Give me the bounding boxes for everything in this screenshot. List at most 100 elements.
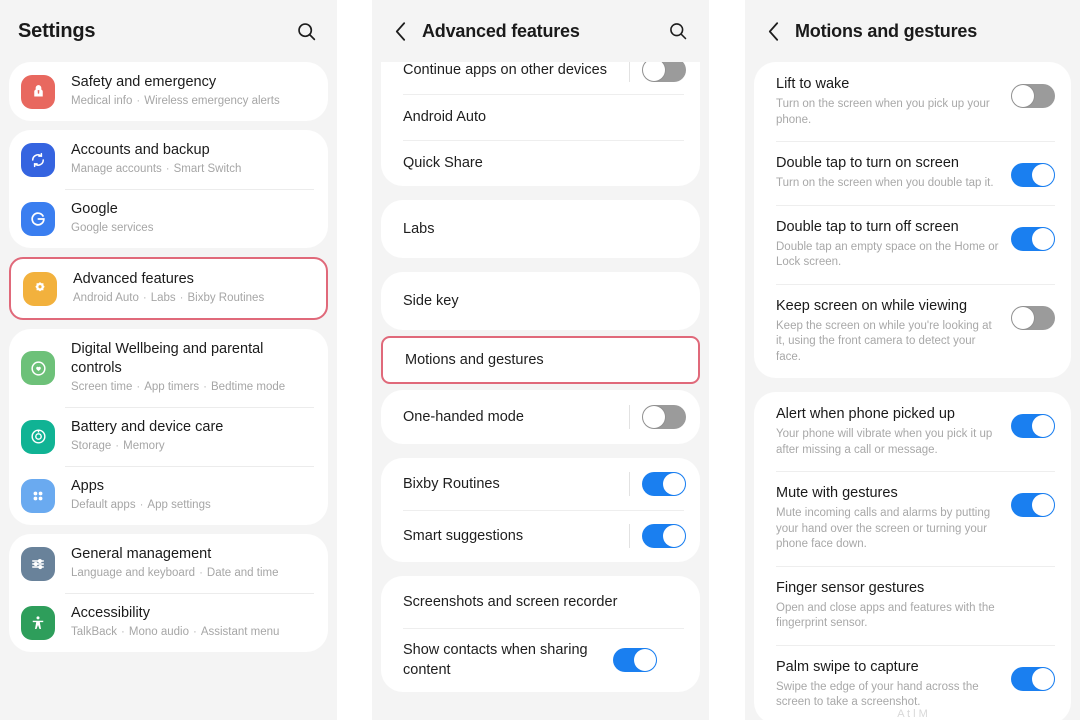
row-quick-share[interactable]: Quick Share [381,140,700,186]
row-title: Finger sensor gestures [776,579,925,596]
row-divider [629,405,630,429]
row-subtitle: Your phone will vibrate when you pick it… [776,428,993,456]
setting-title: General management [71,546,212,562]
row-label: Smart suggestions [403,528,524,544]
back-arrow-icon[interactable] [390,20,410,42]
motions-scroll-body[interactable]: Lift to wake Turn on the screen when you… [745,62,1080,720]
row-bixby-routines[interactable]: Bixby Routines [381,458,700,510]
row-side-key[interactable]: Side key [381,272,700,330]
sidebar-item-safety-and-emergency[interactable]: Safety and emergency Medical info · Wirele… [9,62,328,121]
row-show-contacts-when-sharing-content[interactable]: Show contacts when sharing content [381,628,700,692]
setting-subtitle: Language and keyboard · Date and time [71,567,279,579]
row-title: Mute with gestures [776,485,898,501]
row-android-auto[interactable]: Android Auto [381,94,700,140]
row-alert-when-phone-picked-up[interactable]: Alert when phone picked up Your phone wi… [754,392,1071,471]
row-one-handed-mode[interactable]: One-handed mode [381,390,700,444]
setting-title: Accounts and backup [71,142,210,158]
sidebar-item-accounts-and-backup[interactable]: Accounts and backup Manage accounts · Smar… [9,130,328,189]
setting-subtitle: Default apps · App settings [71,499,211,511]
panel-settings: Settings Safety and emergency Medical in… [0,0,337,720]
advanced-features-icon [23,271,57,306]
row-lift-to-wake[interactable]: Lift to wake Turn on the screen when you… [754,62,1071,141]
row-finger-sensor-gestures[interactable]: Finger sensor gestures Open and close ap… [754,565,1071,645]
row-subtitle: Keep the screen on while you're looking … [776,319,992,363]
toggle-double-tap-off[interactable] [1011,226,1055,251]
row-subtitle: Open and close apps and features with th… [776,601,995,630]
three-panel-screenshot: Settings Safety and emergency Medical in… [0,0,1080,720]
toggle-one-handed-mode[interactable] [642,405,686,429]
sidebar-item-advanced-features[interactable]: Advanced features Android Auto · Labs · Bixb… [11,259,326,318]
toggle-keep-screen-on[interactable] [1011,305,1055,330]
row-double-tap-to-turn-off-screen[interactable]: Double tap to turn off screen Double tap… [754,204,1071,284]
sidebar-item-apps[interactable]: Apps Default apps · App settings [9,466,328,525]
search-icon[interactable] [665,18,691,44]
setting-title: Safety and emergency [71,74,217,90]
advanced-features-scroll-body[interactable]: Continue apps on other devices Android A… [372,62,709,720]
panel-divider-1 [337,0,372,720]
setting-subtitle: TalkBack · Mono audio · Assistant menu [71,626,280,638]
toggle-bixby-routines[interactable] [642,472,686,496]
sidebar-item-google[interactable]: Google Google services [9,189,328,248]
settings-scroll-body[interactable]: Safety and emergency Medical info · Wirele… [0,62,337,720]
search-icon[interactable] [293,18,319,44]
advanced-features-header: Advanced features [372,0,709,62]
advanced-group: Labs [381,200,700,258]
row-title: Double tap to turn on screen [776,155,959,171]
toggle-double-tap-on[interactable] [1011,163,1055,187]
sidebar-item-battery-and-device-care[interactable]: Battery and device care Storage · Memory [9,407,328,466]
row-label: Side key [403,293,459,309]
row-label: Show contacts when sharing content [403,642,588,678]
toggle-lift-to-wake[interactable] [1011,84,1055,108]
row-screenshots-and-screen-recorder[interactable]: Screenshots and screen recorder [381,576,700,628]
page-title: Motions and gestures [795,20,978,41]
settings-group: General management Language and keyboard… [9,534,328,652]
setting-title: Battery and device care [71,419,224,435]
row-keep-screen-on-while-viewing[interactable]: Keep screen on while viewing Keep the sc… [754,283,1071,379]
row-double-tap-to-turn-on-screen[interactable]: Double tap to turn on screen Turn on the… [754,141,1071,205]
row-divider [629,62,630,82]
back-arrow-icon[interactable] [763,20,783,42]
row-label: Bixby Routines [403,476,500,492]
page-title: Settings [18,19,96,42]
row-subtitle: Turn on the screen when you double tap i… [776,177,994,189]
advanced-group: Continue apps on other devices Android A… [381,62,700,186]
row-title: Alert when phone picked up [776,406,955,422]
row-motions-and-gestures[interactable]: Motions and gestures [383,338,698,382]
row-title: Double tap to turn off screen [776,218,959,235]
row-subtitle: Swipe the edge of your hand across the s… [776,680,979,709]
row-subtitle: Double tap an empty space on the Home or… [776,240,999,269]
emergency-icon [21,74,55,109]
row-motions-and-gestures-highlighted[interactable]: Motions and gestures [381,336,700,384]
row-mute-with-gestures[interactable]: Mute with gestures Mute incoming calls a… [754,471,1071,566]
row-subtitle: Mute incoming calls and alarms by puttin… [776,507,991,550]
toggle-alert-when-picked-up[interactable] [1011,414,1055,438]
row-palm-swipe-to-capture[interactable]: Palm swipe to capture Swipe the edge of … [754,644,1071,720]
toggle-mute-with-gestures[interactable] [1011,493,1055,517]
settings-header: Settings [0,0,337,62]
wellbeing-icon [21,351,55,385]
row-title: Palm swipe to capture [776,658,919,675]
row-divider [629,472,630,496]
settings-group: Accounts and backup Manage accounts · Smar… [9,130,328,248]
toggle-show-contacts[interactable] [613,648,657,672]
row-continue-apps-on-other-devices[interactable]: Continue apps on other devices [381,62,700,94]
setting-title: Google [71,201,118,217]
setting-subtitle: Google services [71,222,154,234]
settings-group: Digital Wellbeing and parental controls … [9,329,328,525]
setting-subtitle: Medical info · Wireless emergency alerts [71,95,280,107]
sidebar-item-accessibility[interactable]: Accessibility TalkBack · Mono audio · Assist… [9,593,328,652]
sidebar-item-general-management[interactable]: General management Language and keyboard… [9,534,328,593]
sidebar-item-digital-wellbeing[interactable]: Digital Wellbeing and parental controls … [9,329,328,407]
toggle-continue-apps[interactable] [642,62,686,82]
panel-divider-2 [709,0,745,720]
toggle-palm-swipe[interactable] [1011,666,1055,691]
row-title: Lift to wake [776,76,850,92]
motions-group: Alert when phone picked up Your phone wi… [754,392,1071,720]
setting-title: Accessibility [71,605,150,621]
toggle-smart-suggestions[interactable] [642,524,686,548]
row-smart-suggestions[interactable]: Smart suggestions [381,510,700,562]
setting-subtitle: Storage · Memory [71,440,165,452]
sidebar-item-advanced-features-highlighted[interactable]: Advanced features Android Auto · Labs · Bixb… [9,257,328,320]
sliders-icon [21,546,55,581]
row-labs[interactable]: Labs [381,200,700,258]
